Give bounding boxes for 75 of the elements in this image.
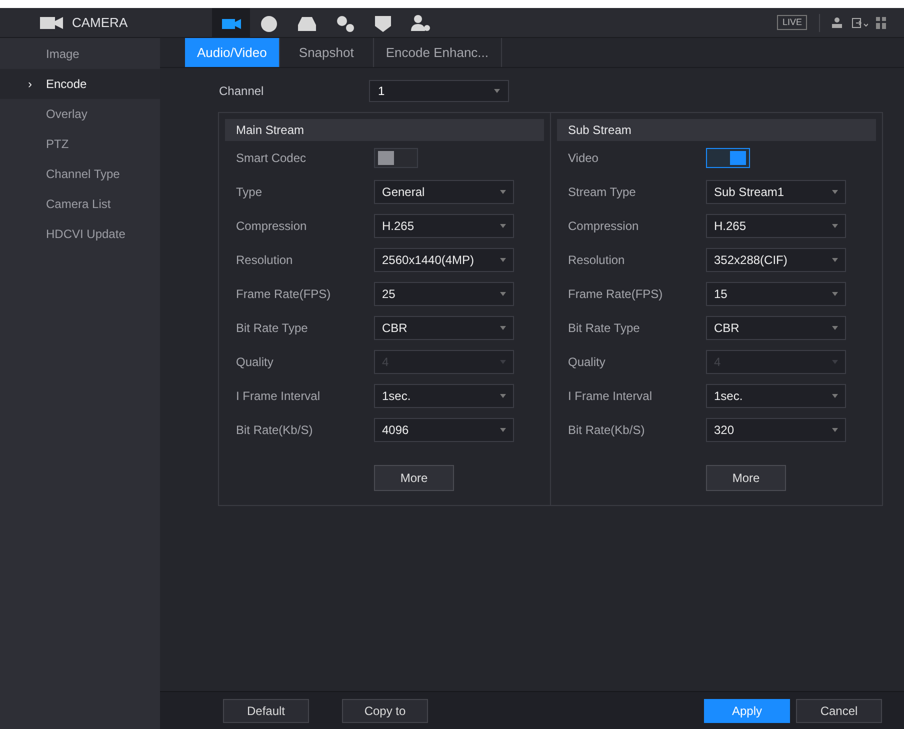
- dropdown[interactable]: Sub Stream1: [706, 180, 846, 204]
- dropdown-arrow-icon: [832, 258, 838, 262]
- dropdown-arrow-icon: [832, 428, 838, 432]
- user-icon[interactable]: [832, 17, 842, 28]
- grid-icon[interactable]: [876, 16, 886, 28]
- field-label: Bit Rate(Kb/S): [568, 422, 646, 439]
- tab[interactable]: Encode Enhanc...: [374, 38, 502, 67]
- dropdown-arrow-icon: [832, 394, 838, 398]
- dropdown-arrow-icon: [500, 428, 506, 432]
- chevron-icon: ›: [28, 75, 46, 93]
- dropdown[interactable]: 1sec.: [706, 384, 846, 408]
- field-label: Frame Rate(FPS): [236, 286, 332, 303]
- dropdown-arrow-icon: [832, 292, 838, 296]
- dropdown-arrow-icon: [500, 224, 506, 228]
- more-button[interactable]: More: [706, 465, 786, 491]
- dropdown-arrow-icon: [832, 224, 838, 228]
- field-label: Channel: [219, 83, 265, 100]
- sidebar-item[interactable]: HDCVI Update: [0, 219, 160, 249]
- page-title: CAMERA: [72, 14, 128, 32]
- field-label: Resolution: [568, 252, 626, 269]
- sidebar-item[interactable]: PTZ: [0, 129, 160, 159]
- field-label: Stream Type: [568, 184, 637, 201]
- dropdown-arrow-icon: [832, 326, 838, 330]
- field-label: Frame Rate(FPS): [568, 286, 664, 303]
- dropdown[interactable]: H.265: [706, 214, 846, 238]
- footer-button[interactable]: Copy to: [342, 698, 428, 722]
- sidebar-item[interactable]: Channel Type: [0, 159, 160, 189]
- dropdown[interactable]: H.265: [374, 214, 514, 238]
- dropdown[interactable]: 2560x1440(4MP): [374, 248, 514, 272]
- dropdown[interactable]: 4096: [374, 418, 514, 442]
- dropdown[interactable]: CBR: [706, 316, 846, 340]
- dropdown-arrow-icon: [500, 326, 506, 330]
- field-label: Bit Rate Type: [568, 320, 641, 337]
- dropdown[interactable]: General: [374, 180, 514, 204]
- sidebar-item[interactable]: Image: [0, 39, 160, 69]
- dropdown-arrow-icon: [500, 292, 506, 296]
- dropdown-arrow-icon: [500, 394, 506, 398]
- dropdown[interactable]: 1sec.: [374, 384, 514, 408]
- tab[interactable]: Snapshot: [280, 38, 374, 67]
- user-settings-icon[interactable]: [410, 12, 432, 32]
- logout-icon[interactable]: [852, 18, 868, 28]
- live-button[interactable]: LIVE: [777, 14, 807, 30]
- more-button[interactable]: More: [374, 465, 454, 491]
- dropdown-arrow-icon: [832, 190, 838, 194]
- dropdown-arrow-icon: [494, 89, 500, 93]
- cancel-button[interactable]: Cancel: [796, 698, 882, 722]
- toggle-switch[interactable]: [706, 148, 750, 168]
- field-label: I Frame Interval: [568, 388, 654, 405]
- field-label: Smart Codec: [236, 150, 308, 167]
- field-label: Compression: [568, 218, 640, 235]
- sidebar-item[interactable]: Camera List: [0, 189, 160, 219]
- dropdown[interactable]: 352x288(CIF): [706, 248, 846, 272]
- dropdown[interactable]: CBR: [374, 316, 514, 340]
- field-label: Video: [568, 150, 600, 167]
- dropdown[interactable]: 15: [706, 282, 846, 306]
- sidebar-item[interactable]: Overlay: [0, 99, 160, 129]
- section-header: Main Stream: [225, 119, 544, 141]
- field-label: I Frame Interval: [236, 388, 322, 405]
- field-label: Quality: [236, 354, 274, 371]
- toggle-switch[interactable]: [374, 148, 418, 168]
- field-label: Compression: [236, 218, 308, 235]
- footer-button[interactable]: Default: [223, 698, 309, 722]
- field-label: Bit Rate Type: [236, 320, 309, 337]
- channel-dropdown[interactable]: 1: [369, 80, 509, 102]
- field-label: Bit Rate(Kb/S): [236, 422, 314, 439]
- field-label: Quality: [568, 354, 606, 371]
- field-label: Resolution: [236, 252, 294, 269]
- camera-icon: [40, 16, 64, 30]
- dropdown[interactable]: 25: [374, 282, 514, 306]
- dropdown-arrow-icon: [500, 190, 506, 194]
- dropdown[interactable]: 320: [706, 418, 846, 442]
- sidebar-item[interactable]: › Encode: [0, 69, 160, 99]
- field-label: Type: [236, 184, 264, 201]
- dropdown-arrow-icon: [500, 258, 506, 262]
- section-header: Sub Stream: [557, 119, 876, 141]
